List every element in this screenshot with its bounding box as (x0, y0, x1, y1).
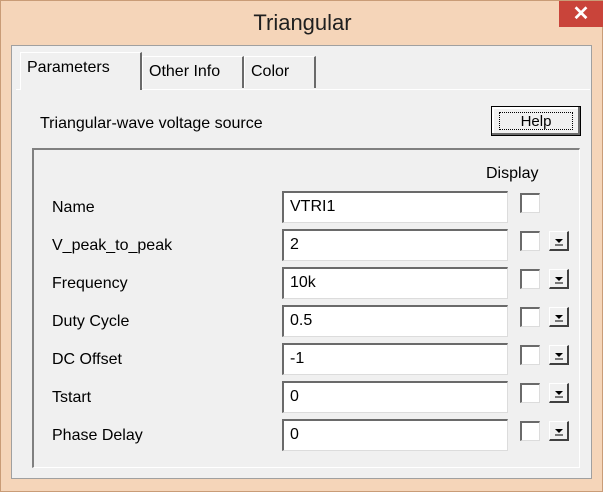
chevron-down-icon (555, 429, 563, 436)
component-description: Triangular-wave voltage source (40, 115, 263, 132)
chevron-down-icon (555, 315, 563, 322)
dialog-body: Parameters Other Info Color Triangular-w… (11, 45, 592, 479)
help-button[interactable]: Help (491, 106, 581, 136)
param-label-dc-offset: DC Offset (52, 351, 122, 368)
chevron-down-icon (555, 353, 563, 360)
display-dropdown-duty-cycle[interactable] (549, 307, 569, 327)
param-label-duty-cycle: Duty Cycle (52, 313, 130, 330)
param-input-tstart[interactable]: 0 (282, 381, 508, 413)
display-dropdown-frequency[interactable] (549, 269, 569, 289)
tab-label: Parameters (27, 59, 110, 76)
param-label-tstart: Tstart (52, 389, 92, 406)
param-input-v-peak-to-peak[interactable]: 2 (282, 229, 508, 261)
tab-label: Other Info (149, 63, 221, 80)
param-input-dc-offset[interactable]: -1 (282, 343, 508, 375)
dialog-window: Triangular ✕ Parameters Other Info Color… (0, 0, 603, 492)
display-checkbox-phase-delay[interactable] (520, 421, 540, 441)
param-input-phase-delay[interactable]: 0 (282, 419, 508, 451)
display-checkbox-frequency[interactable] (520, 269, 540, 289)
display-dropdown-tstart[interactable] (549, 383, 569, 403)
chevron-down-icon (555, 239, 563, 246)
display-dropdown-dc-offset[interactable] (549, 345, 569, 365)
display-checkbox-dc-offset[interactable] (520, 345, 540, 365)
param-input-name[interactable]: VTRI1 (282, 191, 508, 223)
param-label-frequency: Frequency (52, 275, 128, 292)
param-label-v-peak-to-peak: V_peak_to_peak (52, 237, 173, 254)
tab-label: Color (251, 63, 290, 80)
tab-other-info[interactable]: Other Info (142, 56, 244, 88)
chevron-down-icon (555, 391, 563, 398)
window-title: Triangular (253, 10, 352, 35)
display-checkbox-duty-cycle[interactable] (520, 307, 540, 327)
display-dropdown-v-peak-to-peak[interactable] (549, 231, 569, 251)
close-button[interactable]: ✕ (559, 1, 603, 27)
display-dropdown-phase-delay[interactable] (549, 421, 569, 441)
param-label-name: Name (52, 199, 95, 216)
display-column-header: Display (486, 165, 539, 182)
display-checkbox-name[interactable] (520, 193, 540, 213)
tab-color[interactable]: Color (244, 56, 316, 88)
param-label-phase-delay: Phase Delay (52, 427, 143, 444)
param-input-duty-cycle[interactable]: 0.5 (282, 305, 508, 337)
display-checkbox-v-peak-to-peak[interactable] (520, 231, 540, 251)
chevron-down-icon (555, 277, 563, 284)
help-button-label: Help (499, 112, 573, 130)
display-checkbox-tstart[interactable] (520, 383, 540, 403)
tab-parameters[interactable]: Parameters (20, 52, 142, 90)
param-input-frequency[interactable]: 10k (282, 267, 508, 299)
close-icon: ✕ (572, 3, 590, 25)
title-bar[interactable]: Triangular ✕ (1, 1, 603, 45)
